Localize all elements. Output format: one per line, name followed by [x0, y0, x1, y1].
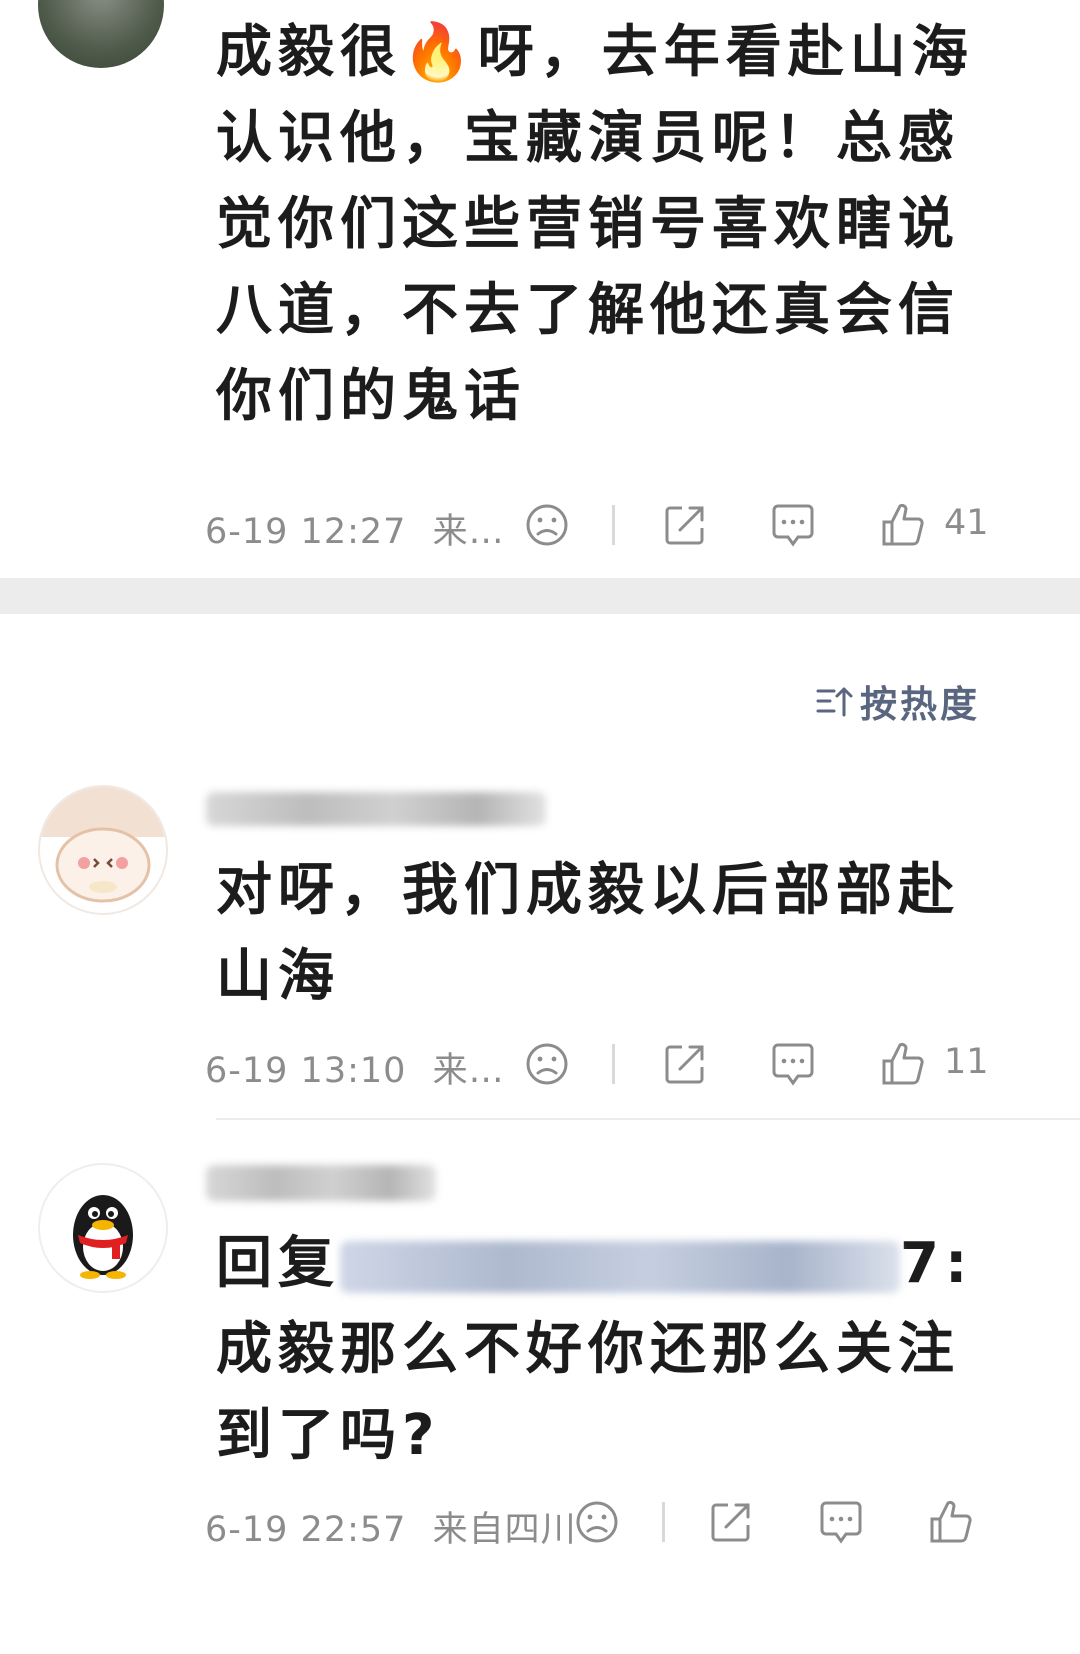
action-divider [612, 1044, 615, 1084]
reply-prefix: 回复 [216, 1231, 340, 1296]
comment-source: 来自四川 [432, 1510, 577, 1550]
comment-text: 成毅很🔥呀，去年看赴山海认识他，宝藏演员呢！总感觉你们这些营销号喜欢瞎说八道，不… [216, 20, 974, 429]
comment-source: 来… [432, 1051, 505, 1091]
share-icon[interactable] [660, 1039, 710, 1089]
comment-time: 6-19 13:10 [205, 1051, 407, 1091]
dislike-icon[interactable] [522, 500, 572, 550]
sort-toggle[interactable]: 按热度 [814, 674, 980, 728]
comment-bubble-icon[interactable] [768, 500, 818, 550]
action-divider [662, 1502, 665, 1542]
comment-meta: 6-19 12:27 来… [205, 503, 505, 554]
like-count: 41 [944, 503, 989, 543]
comment-time: 6-19 12:27 [205, 512, 407, 552]
comment-text: 回复 7: 成毅那么不好你还那么关注到了吗? [216, 1231, 974, 1468]
action-divider [612, 505, 615, 545]
comment-meta: 6-19 13:10 来… [205, 1042, 505, 1093]
share-icon[interactable] [660, 500, 710, 550]
username-redacted[interactable] [206, 792, 546, 826]
reply-target-redacted[interactable] [340, 1240, 900, 1293]
comment-text: 对呀，我们成毅以后部部赴山海 [216, 858, 960, 1009]
reply-suffix: 7: [900, 1231, 974, 1296]
avatar[interactable] [38, 1163, 168, 1293]
comment-meta: 6-19 22:57 来自四川 [205, 1501, 577, 1552]
section-divider [0, 578, 1080, 614]
comment-bubble-icon[interactable] [768, 1039, 818, 1089]
like-count: 11 [944, 1042, 989, 1082]
thumbs-up-icon[interactable] [926, 1497, 976, 1547]
comment-separator [216, 1118, 1080, 1120]
thumbs-up-icon[interactable] [878, 1039, 928, 1089]
avatar[interactable] [38, 785, 168, 915]
username-redacted[interactable] [206, 1165, 436, 1201]
comment-bubble-icon[interactable] [816, 1497, 866, 1547]
sort-label: 按热度 [860, 683, 980, 726]
thumbs-up-icon[interactable] [878, 500, 928, 550]
sort-icon [814, 681, 854, 721]
dislike-icon[interactable] [522, 1039, 572, 1089]
avatar[interactable] [38, 0, 164, 68]
comment-source: 来… [432, 512, 505, 552]
comment-time: 6-19 22:57 [205, 1510, 407, 1550]
dislike-icon[interactable] [572, 1497, 622, 1547]
share-icon[interactable] [706, 1497, 756, 1547]
